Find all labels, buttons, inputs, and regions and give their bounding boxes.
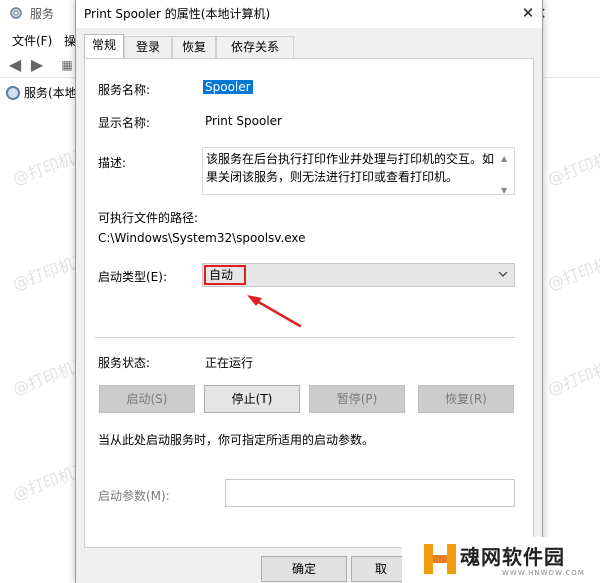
service-status-label: 服务状态: [98,356,151,370]
display-name-value[interactable]: Print Spooler [205,114,282,128]
logo-h-icon [424,544,456,574]
dialog-titlebar: Print Spooler 的属性(本地计算机) ✕ [76,0,542,28]
services-tree: 服务(本地 [0,80,77,583]
description-text: 该服务在后台执行打印作业并处理与打印机的交互。如果关闭该服务，则无法进行打印或查… [206,152,495,184]
start-params-hint: 当从此处启动服务时，你可指定所适用的启动参数。 [98,433,375,447]
logo-text: 魂网软件园 [460,545,565,569]
properties-dialog: Print Spooler 的属性(本地计算机) ✕ 常规 登录 恢复 依存关系… [75,0,543,583]
stop-button[interactable]: 停止(T) [204,385,300,413]
console-tree-icon[interactable]: ▦ [58,56,76,74]
tab-general[interactable]: 常规 [84,34,124,58]
startup-type-value: 自动 [204,265,246,285]
site-logo: 魂网软件园 WWW.HNWDW.COM [402,537,600,583]
menu-file[interactable]: 文件(F) [12,32,52,49]
general-panel: 服务名称: Spooler 显示名称: Print Spooler 描述: 该服… [84,58,534,548]
path-value[interactable]: C:\Windows\System32\spoolsv.exe [98,231,306,245]
tab-recovery[interactable]: 恢复 [172,36,216,58]
logo-subtext: WWW.HNWDW.COM [502,569,585,577]
divider [95,337,515,338]
start-button[interactable]: 启动(S) [99,385,195,413]
chevron-down-icon [498,271,508,277]
forward-arrow-icon[interactable]: ▶ [28,56,46,74]
description-label: 描述: [98,156,127,170]
startup-type-select[interactable]: 自动 [202,263,515,287]
service-name-label: 服务名称: [98,83,151,97]
start-params-input[interactable] [225,479,515,507]
dialog-close-icon[interactable]: ✕ [516,2,540,24]
service-name-value[interactable]: Spooler [203,80,253,94]
start-params-label: 启动参数(M): [98,489,170,503]
description-textbox[interactable]: 该服务在后台执行打印作业并处理与打印机的交互。如果关闭该服务，则无法进行打印或查… [202,147,515,195]
tree-item-services-local[interactable]: 服务(本地 [6,84,77,101]
resume-button[interactable]: 恢复(R) [418,385,514,413]
service-status-value: 正在运行 [205,356,254,370]
scroll-up-icon[interactable]: ▲ [501,150,507,168]
startup-type-label: 启动类型(E): [98,270,167,284]
ok-button[interactable]: 确定 [261,556,347,582]
path-label: 可执行文件的路径: [98,211,199,225]
dialog-title: Print Spooler 的属性(本地计算机) [84,7,271,21]
services-node-icon [6,85,20,100]
services-title: 服务 [30,7,55,21]
pause-button[interactable]: 暂停(P) [309,385,405,413]
tab-dependencies[interactable]: 依存关系 [216,36,294,58]
back-arrow-icon[interactable]: ◀ [6,56,24,74]
tab-logon[interactable]: 登录 [124,36,172,58]
description-scrollbar[interactable]: ▲ ▼ [498,148,514,195]
tree-item-label: 服务(本地 [24,86,77,100]
display-name-label: 显示名称: [98,116,151,130]
scroll-down-icon[interactable]: ▼ [501,182,507,200]
services-gear-icon [10,7,22,19]
